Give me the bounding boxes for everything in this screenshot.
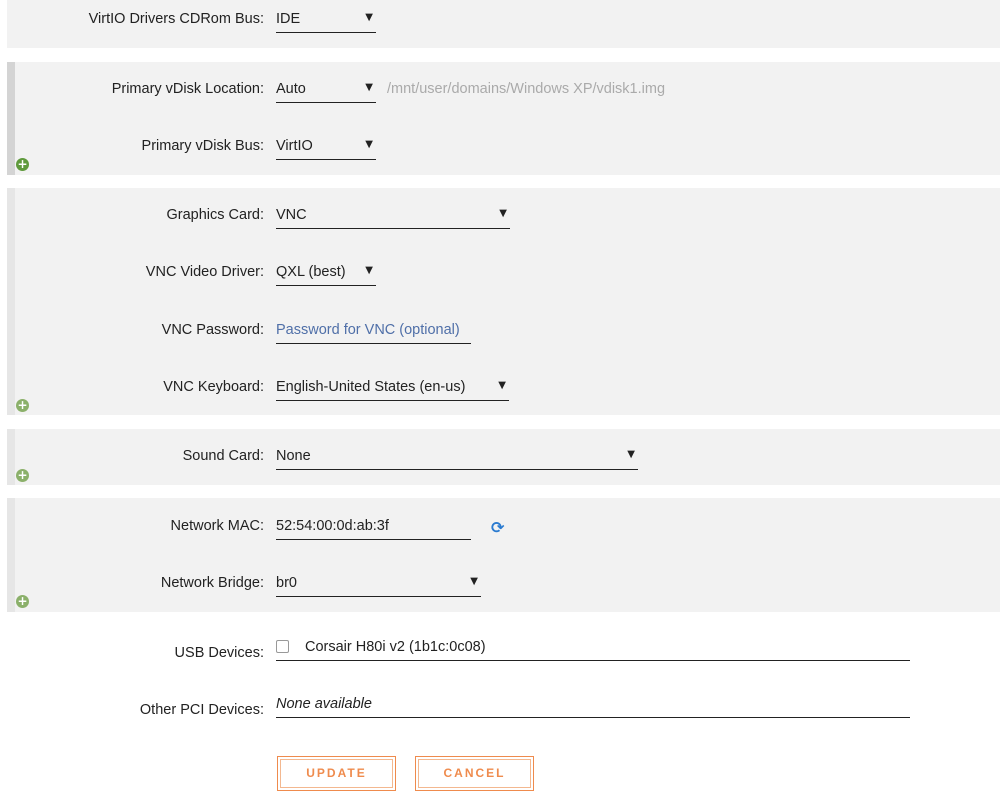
vdisk-bus-label: Primary vDisk Bus: [141,138,264,154]
usb-device-checkbox[interactable] [276,640,289,653]
virtio-bus-select[interactable]: IDE ▼ [276,9,376,33]
network-bridge-value: br0 [276,575,297,591]
cancel-button[interactable]: CANCEL [415,756,534,791]
caret-down-icon: ▼ [365,139,373,150]
vdisk-section: + [7,62,1000,175]
section-bar [7,62,15,175]
vnc-driver-label: VNC Video Driver: [145,264,264,280]
graphics-card-value: VNC [276,207,307,223]
usb-device-label[interactable]: Corsair H80i v2 (1b1c:0c08) [305,639,486,655]
section-bar [7,429,15,485]
virtio-bus-value: IDE [276,11,301,27]
pci-devices-label: Other PCI Devices: [139,702,264,718]
plus-circle-icon[interactable]: + [16,469,29,482]
caret-down-icon: ▼ [498,380,506,391]
button-inner-border [418,759,531,788]
section-bar [7,498,15,612]
sound-card-value: None [276,448,311,464]
vdisk-bus-value: VirtIO [276,138,313,154]
usb-devices-list: Corsair H80i v2 (1b1c:0c08) [276,637,910,661]
section-bar [7,188,15,415]
vdisk-location-label: Primary vDisk Location: [111,81,264,97]
graphics-card-label: Graphics Card: [166,207,264,223]
caret-down-icon: ▼ [627,449,635,460]
network-mac-value: 52:54:00:0d:ab:3f [276,518,389,534]
pci-devices-value: None available [276,696,372,712]
network-bridge-label: Network Bridge: [160,575,264,591]
refresh-icon[interactable]: ⟳ [491,520,507,536]
caret-down-icon: ▼ [365,82,373,93]
vnc-keyboard-label: VNC Keyboard: [163,379,264,395]
vnc-password-placeholder: Password for VNC (optional) [276,322,460,338]
update-button[interactable]: UPDATE [277,756,396,791]
usb-devices-label: USB Devices: [174,645,264,661]
vnc-keyboard-value: English-United States (en-us) [276,379,466,395]
vnc-driver-value: QXL (best) [276,264,346,280]
vdisk-location-select[interactable]: Auto ▼ [276,79,376,103]
vdisk-path-hint: /mnt/user/domains/Windows XP/vdisk1.img [387,81,666,97]
plus-circle-icon[interactable]: + [16,158,29,171]
caret-down-icon: ▼ [499,208,507,219]
sound-card-label: Sound Card: [182,448,264,464]
vnc-password-input[interactable]: Password for VNC (optional) [276,320,471,344]
caret-down-icon: ▼ [365,12,373,23]
plus-circle-icon[interactable]: + [16,399,29,412]
vnc-driver-select[interactable]: QXL (best) ▼ [276,262,376,286]
vdisk-location-value: Auto [276,81,306,97]
virtio-bus-label: VirtIO Drivers CDRom Bus: [88,11,264,27]
vm-settings-form: VirtIO Drivers CDRom Bus: IDE ▼ + Primar… [0,0,1000,805]
network-bridge-select[interactable]: br0 ▼ [276,573,481,597]
vnc-password-label: VNC Password: [161,322,264,338]
caret-down-icon: ▼ [470,576,478,587]
button-inner-border [280,759,393,788]
graphics-card-select[interactable]: VNC ▼ [276,205,510,229]
plus-circle-icon[interactable]: + [16,595,29,608]
sound-card-select[interactable]: None ▼ [276,446,638,470]
caret-down-icon: ▼ [365,265,373,276]
vdisk-bus-select[interactable]: VirtIO ▼ [276,136,376,160]
vnc-keyboard-select[interactable]: English-United States (en-us) ▼ [276,377,509,401]
network-mac-input[interactable]: 52:54:00:0d:ab:3f [276,516,471,540]
network-mac-label: Network MAC: [170,518,264,534]
pci-devices-list: None available [276,694,910,718]
network-section: + [7,498,1000,612]
